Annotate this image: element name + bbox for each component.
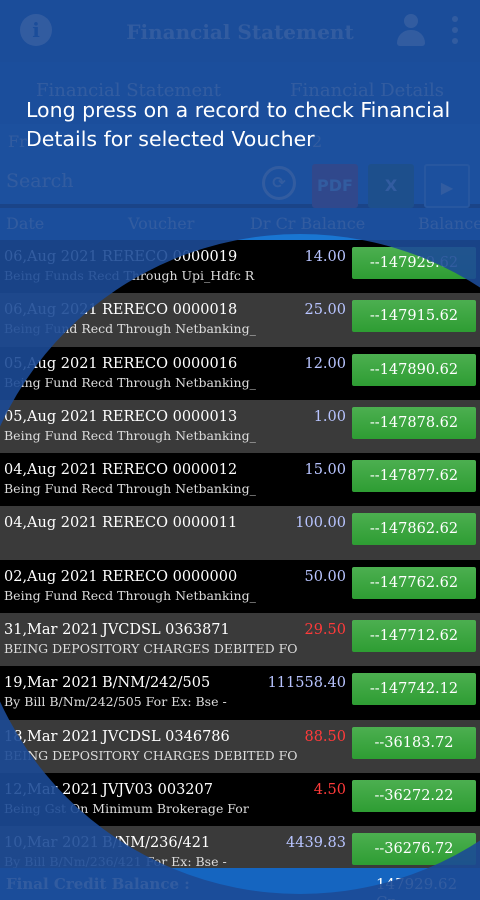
row-voucher: JVJV03 003207 <box>102 781 213 798</box>
row-balance-button[interactable]: --147877.62 <box>352 460 476 493</box>
row-amount: 111558.40 <box>267 675 346 692</box>
row-date: 18,Mar 2021 <box>4 728 99 745</box>
row-voucher: RERECO 0000013 <box>102 408 238 425</box>
row-amount: 50.00 <box>304 568 346 585</box>
table-row[interactable]: 06,Aug 2021 RERECO 0000018 25.00 Being Fund… <box>0 293 480 347</box>
table-row[interactable]: 04,Aug 2021 RERECO 0000012 15.00 Being Fund… <box>0 453 480 507</box>
row-voucher: RERECO 0000012 <box>102 462 238 479</box>
table-row[interactable]: 12,Mar 2021 JVJV03 003207 4.50 Being Gst On… <box>0 772 480 827</box>
video-icon[interactable]: ▶ <box>424 164 470 208</box>
col-voucher: Voucher <box>128 214 195 233</box>
row-amount: 4439.83 <box>286 835 346 852</box>
row-description: Being Fund Recd Through Netbanking_ <box>4 427 256 443</box>
row-description: Being Funds Recd Through Upi_Hdfc R <box>4 268 255 283</box>
tutorial-hint: Long press on a record to check Financia… <box>26 98 451 151</box>
from-date[interactable]: Fr <box>8 132 27 151</box>
row-description: By Bill B/Nm/242/505 For Ex: Bse - <box>4 694 227 710</box>
row-description: Being Fund Recd Through Netbanking_ <box>4 481 256 497</box>
transaction-list[interactable]: 06,Aug 2021 RERECO 0000019 14.00 Being Fund… <box>0 240 480 880</box>
row-balance-button[interactable]: --147878.62 <box>352 406 476 439</box>
col-drcr: Dr Cr Balance <box>250 214 366 233</box>
table-row[interactable]: 04,Aug 2021 RERECO 0000011 100.00 --147862.… <box>0 506 480 560</box>
row-balance-button[interactable]: --36276.72 <box>352 833 476 866</box>
search-input[interactable]: Search <box>6 170 74 192</box>
app-bar: i Financial Statement <box>0 0 480 62</box>
pdf-icon[interactable]: PDF <box>312 164 358 208</box>
table-row[interactable]: 19,Mar 2021 B/NM/242/505 111558.40 By Bill … <box>0 666 480 720</box>
row-balance-button[interactable]: --147890.62 <box>352 353 476 386</box>
row-date: 31,Mar 2021 <box>4 622 99 639</box>
row-voucher: RERECO 0000000 <box>102 568 238 585</box>
row-amount: 12.00 <box>304 355 346 372</box>
refresh-icon[interactable]: ⟳ <box>262 166 296 200</box>
row-balance-button[interactable]: --147862.62 <box>352 513 476 546</box>
row-voucher: RERECO 0000011 <box>102 515 238 532</box>
row-description: BEING DEPOSITORY CHARGES DEBITED FO <box>4 747 298 763</box>
row-date: 04,Aug 2021 <box>4 462 98 479</box>
more-vert-icon[interactable] <box>448 14 462 48</box>
row-amount: 29.50 <box>304 622 346 639</box>
row-voucher: B/NM/242/505 <box>102 675 211 692</box>
row-amount: 14.00 <box>304 249 346 265</box>
col-balance: Balance <box>418 214 480 233</box>
row-balance-button[interactable]: --147915.62 <box>352 300 476 333</box>
table-row[interactable]: 05,Aug 2021 RERECO 0000013 1.00 Being Fund … <box>0 399 480 454</box>
row-description: BEING DEPOSITORY CHARGES DEBITED FO <box>4 641 298 657</box>
row-balance-button[interactable]: --36183.72 <box>352 726 476 759</box>
row-date: 05,Aug 2021 <box>4 408 98 425</box>
table-row[interactable]: 06,Aug 2021 RERECO 0000019 14.00 Being Fund… <box>0 240 480 294</box>
row-balance-button[interactable]: --147712.62 <box>352 620 476 653</box>
row-date: 06,Aug 2021 <box>4 302 98 319</box>
row-amount: 15.00 <box>304 462 346 479</box>
row-voucher: B/NM/236/421 <box>102 835 211 852</box>
row-balance-button[interactable]: --147929.62 <box>352 247 476 279</box>
row-date: 05,Aug 2021 <box>4 355 98 372</box>
row-amount: 1.00 <box>313 408 346 425</box>
row-balance-button[interactable]: --147742.12 <box>352 673 476 706</box>
row-description: Being Fund Recd Through Netbanking_ <box>4 374 256 390</box>
row-date: 10,Mar 2021 <box>4 835 99 852</box>
table-row[interactable]: 02,Aug 2021 RERECO 0000000 50.00 Being Fund… <box>0 559 480 614</box>
row-date: 04,Aug 2021 <box>4 515 98 532</box>
row-date: 06,Aug 2021 <box>4 249 98 265</box>
final-balance-label: Final Credit Balance : <box>6 875 190 893</box>
column-header: Date Voucher Dr Cr Balance Balance <box>0 208 480 240</box>
table-row[interactable]: 18,Mar 2021 JVCDSL 0346786 88.50 BEING DEPO… <box>0 719 480 773</box>
row-date: 19,Mar 2021 <box>4 675 99 692</box>
row-voucher: RERECO 0000016 <box>102 355 238 372</box>
row-date: 12,Mar 2021 <box>4 781 99 798</box>
row-balance-button[interactable]: --147762.62 <box>352 566 476 599</box>
row-description: Being Fund Recd Through Netbanking_ <box>4 321 256 337</box>
row-amount: 100.00 <box>295 515 346 532</box>
row-amount: 25.00 <box>304 302 346 319</box>
row-voucher: RERECO 0000018 <box>102 302 238 319</box>
row-balance-button[interactable]: --36272.22 <box>352 779 476 812</box>
row-amount: 88.50 <box>304 728 346 745</box>
row-date: 02,Aug 2021 <box>4 568 98 585</box>
row-amount: 4.50 <box>313 781 346 798</box>
final-balance-value: 147929.62 Cr <box>376 875 458 900</box>
row-description: Being Gst On Minimum Brokerage For <box>4 800 249 816</box>
table-row[interactable]: 31,Mar 2021 JVCDSL 0363871 29.50 BEING DEPO… <box>0 613 480 667</box>
row-voucher: JVCDSL 0363871 <box>102 622 230 639</box>
footer: Final Credit Balance : 147929.62 Cr <box>0 868 480 900</box>
col-date: Date <box>6 214 45 233</box>
row-voucher: RERECO 0000019 <box>102 249 238 265</box>
row-voucher: JVCDSL 0346786 <box>102 728 230 745</box>
excel-icon[interactable]: X <box>368 164 414 208</box>
search-bar: Search ⟳ PDF X ▶ <box>0 160 480 208</box>
user-icon[interactable] <box>396 14 426 48</box>
row-description: Being Fund Recd Through Netbanking_ <box>4 587 256 603</box>
table-row[interactable]: 05,Aug 2021 RERECO 0000016 12.00 Being Fund… <box>0 346 480 400</box>
